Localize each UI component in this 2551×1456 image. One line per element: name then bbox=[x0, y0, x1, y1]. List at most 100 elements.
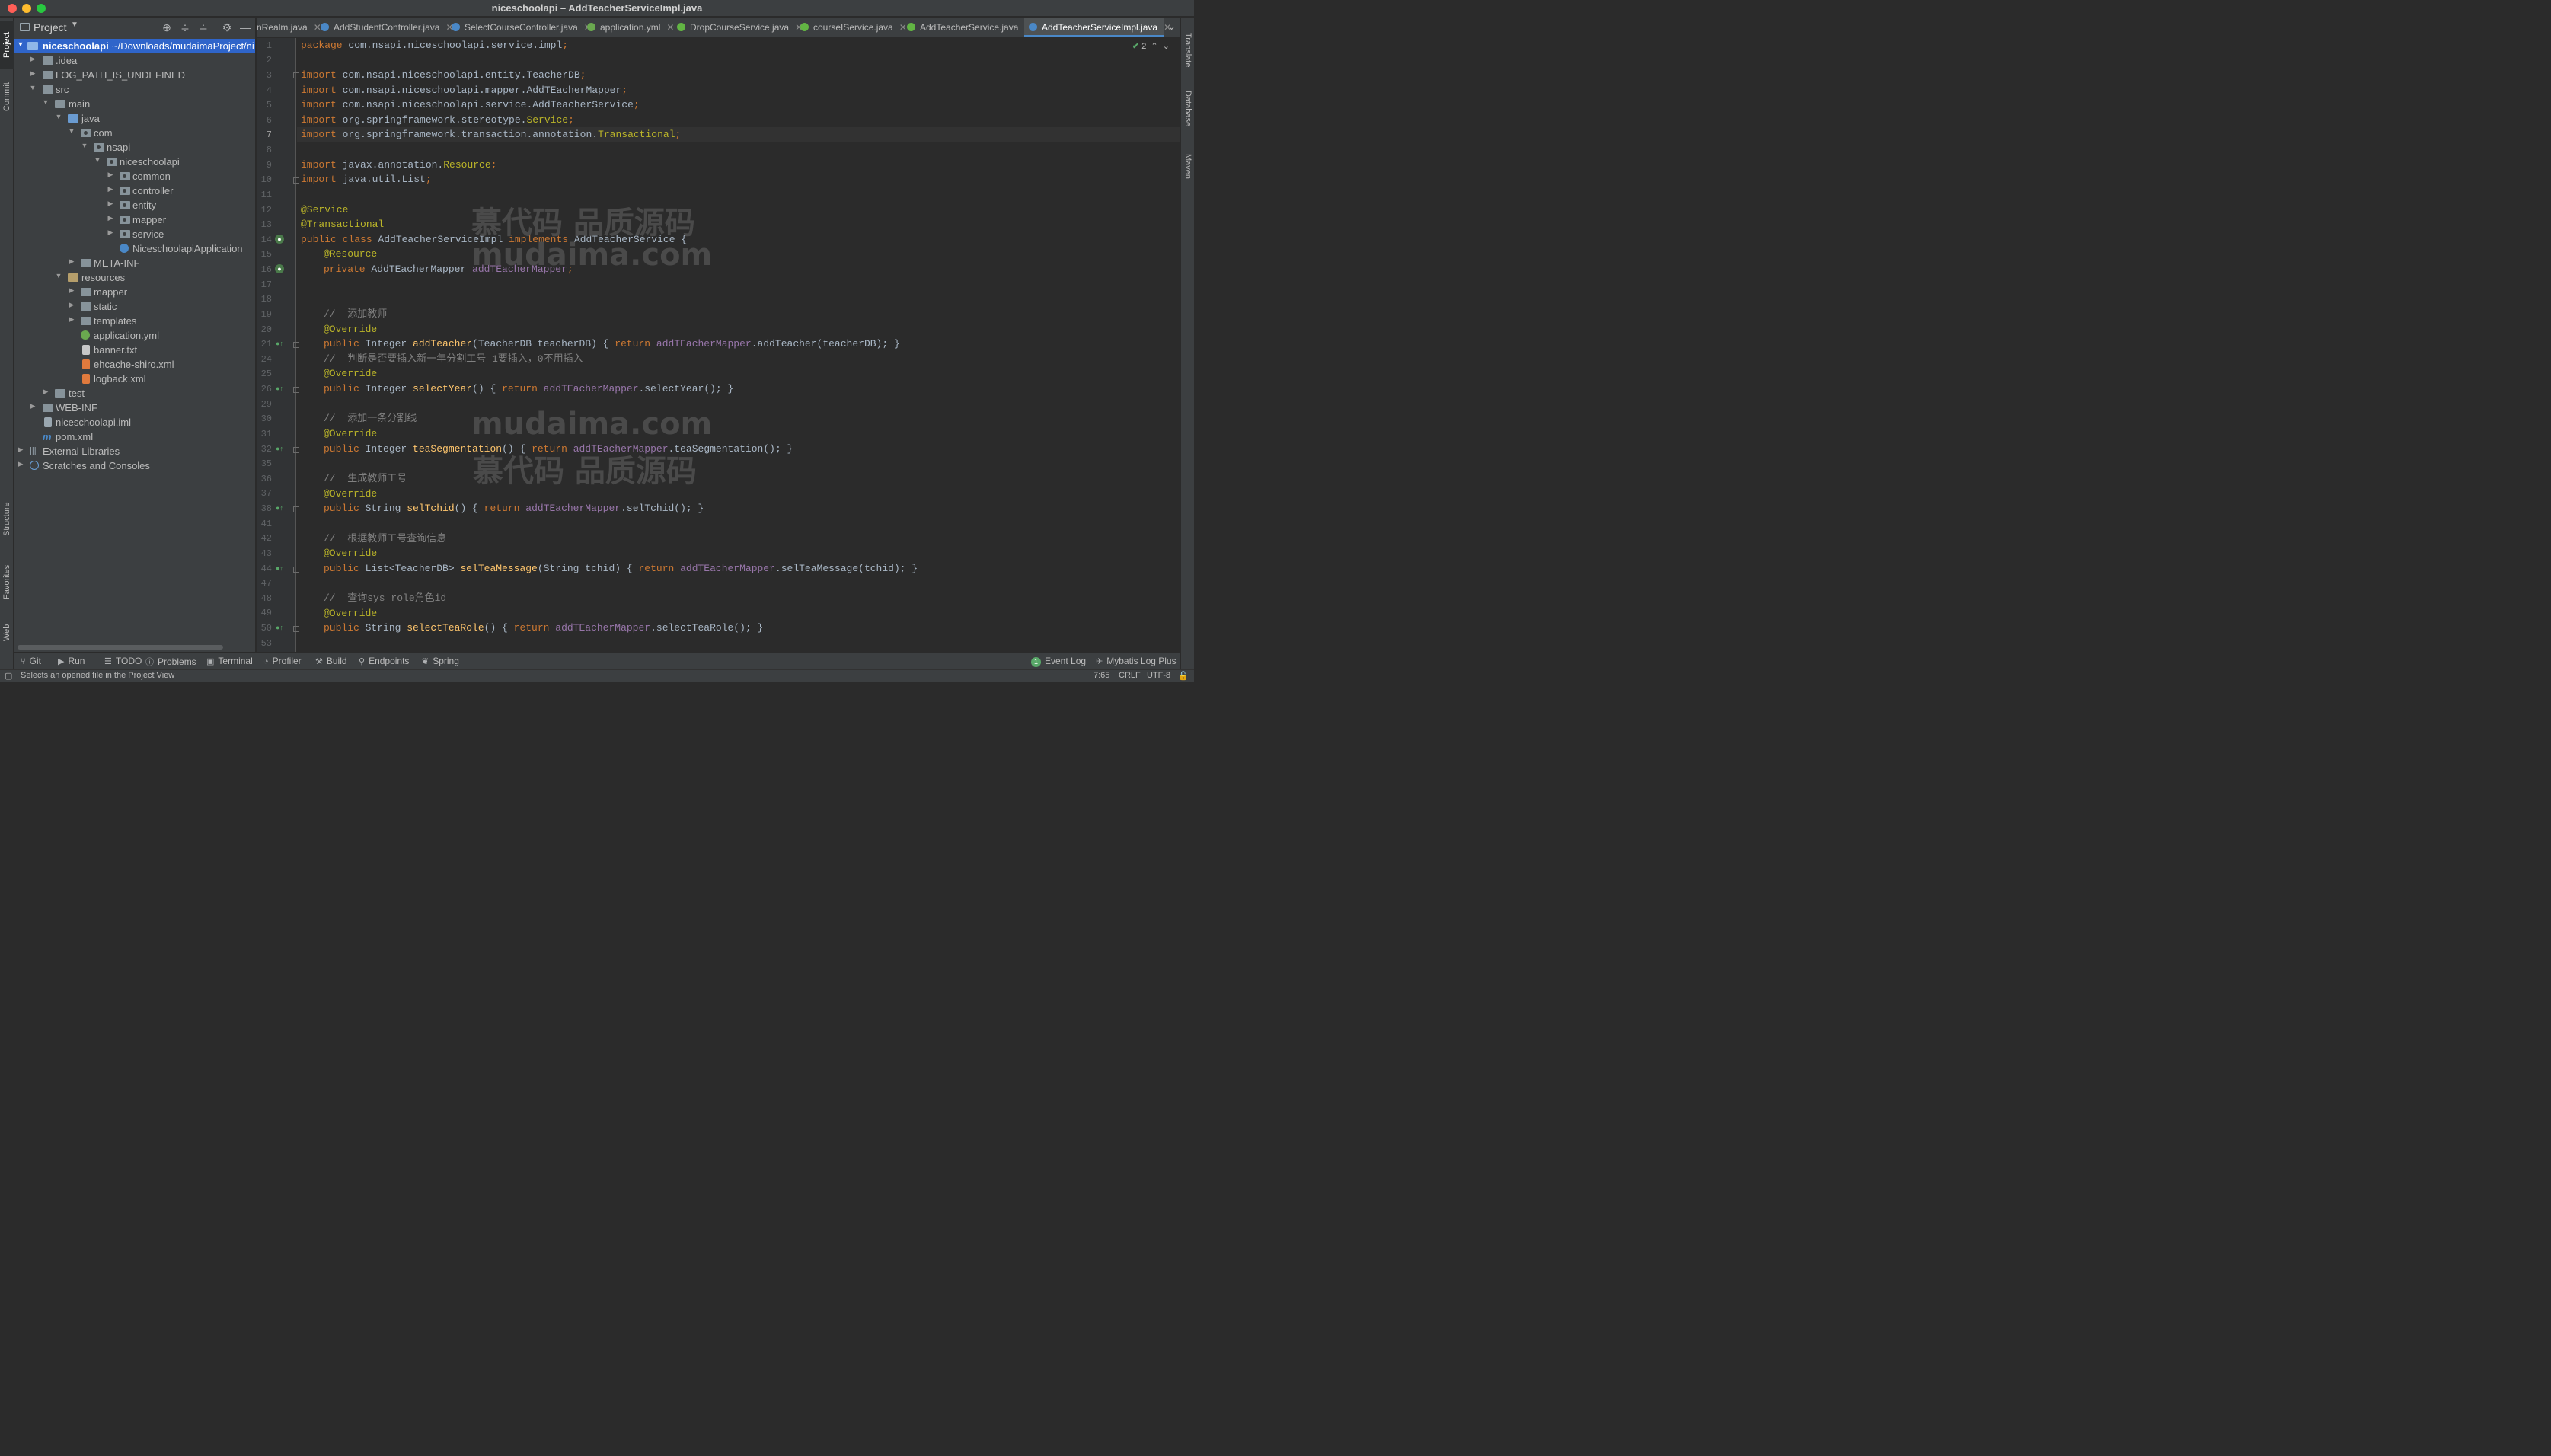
chevron-right-icon[interactable]: ▶ bbox=[29, 69, 37, 78]
chevron-right-icon[interactable]: ▶ bbox=[29, 402, 37, 410]
chevron-down-icon[interactable]: ▼ bbox=[94, 156, 101, 164]
chevron-right-icon[interactable]: ▶ bbox=[42, 388, 49, 396]
spring-bean-icon[interactable]: ● bbox=[275, 235, 284, 244]
chevron-down-icon[interactable]: ▼ bbox=[81, 142, 88, 149]
tree-item-idea[interactable]: ▶ .idea bbox=[14, 53, 255, 68]
tree-item-meta-inf[interactable]: ▶ META-INF bbox=[14, 256, 255, 270]
tree-item-static[interactable]: ▶ static bbox=[14, 299, 255, 314]
gear-icon[interactable]: ⚙ bbox=[220, 21, 234, 34]
chevron-down-icon[interactable]: ⌄ bbox=[1167, 21, 1176, 33]
tree-item-application-class[interactable]: NiceschoolapiApplication bbox=[14, 241, 255, 256]
database-tool-tab[interactable]: Database bbox=[1181, 85, 1195, 133]
chevron-down-icon[interactable]: ▼ bbox=[17, 40, 24, 48]
project-view-selector[interactable]: Project bbox=[34, 21, 67, 34]
tree-item-banner[interactable]: banner.txt bbox=[14, 343, 255, 357]
event-log-button[interactable]: 1 Event Log bbox=[1031, 656, 1086, 667]
tree-item-common[interactable]: ▶ common bbox=[14, 169, 255, 184]
line-separator[interactable]: CRLF bbox=[1119, 671, 1141, 680]
project-tool-tab[interactable]: Project bbox=[0, 21, 14, 69]
run-tool-button[interactable]: ▶ Run bbox=[58, 656, 85, 666]
tab-add-teacher-service-impl[interactable]: AddTeacherServiceImpl.java ✕ bbox=[1024, 18, 1171, 37]
tree-item-application-yml[interactable]: application.yml bbox=[14, 328, 255, 343]
tree-item-res-mapper[interactable]: ▶ mapper bbox=[14, 285, 255, 299]
chevron-right-icon[interactable]: ▶ bbox=[107, 185, 114, 193]
tab-realm[interactable]: nRealm.java ✕ bbox=[257, 18, 321, 37]
chevron-down-icon[interactable]: ▼ bbox=[29, 84, 37, 91]
chevron-up-icon[interactable]: ⌃ bbox=[1148, 42, 1160, 51]
git-tool-button[interactable]: ⑂ Git bbox=[21, 656, 41, 666]
translate-tool-tab[interactable]: Translate bbox=[1181, 24, 1195, 77]
build-tool-button[interactable]: ⚒ Build bbox=[315, 656, 347, 666]
tree-item-scratches[interactable]: ▶ Scratches and Consoles bbox=[14, 458, 255, 473]
fold-marker-icon[interactable] bbox=[293, 387, 299, 393]
tab-drop-course-service[interactable]: DropCourseService.java ✕ bbox=[677, 18, 803, 37]
close-icon[interactable]: ✕ bbox=[899, 22, 907, 33]
implements-method-icon[interactable]: ●↑ bbox=[275, 564, 284, 573]
spring-autowire-icon[interactable]: ● bbox=[275, 264, 284, 273]
tree-item-ehcache[interactable]: ehcache-shiro.xml bbox=[14, 357, 255, 372]
inspection-widget[interactable]: ✔ 2 ⌃ ⌄ bbox=[1132, 41, 1170, 51]
tree-item-entity[interactable]: ▶ entity bbox=[14, 198, 255, 212]
layout-icon[interactable]: ▢ bbox=[5, 671, 12, 681]
tree-item-resources[interactable]: ▼ resources bbox=[14, 270, 255, 285]
chevron-right-icon[interactable]: ▶ bbox=[107, 214, 114, 222]
web-tool-tab[interactable]: Web bbox=[0, 615, 14, 651]
chevron-right-icon[interactable]: ▶ bbox=[107, 200, 114, 208]
tree-item-iml[interactable]: niceschoolapi.iml bbox=[14, 415, 255, 429]
caret-position[interactable]: 7:65 bbox=[1094, 671, 1109, 680]
tab-add-teacher-service[interactable]: AddTeacherService.java✕ bbox=[907, 18, 1032, 37]
tree-item-controller[interactable]: ▶ controller bbox=[14, 184, 255, 198]
implements-method-icon[interactable]: ●↑ bbox=[275, 339, 284, 348]
tab-add-student-controller[interactable]: AddStudentController.java ✕ bbox=[321, 18, 454, 37]
chevron-right-icon[interactable]: ▶ bbox=[17, 460, 24, 468]
tree-item-templates[interactable]: ▶ templates bbox=[14, 314, 255, 328]
project-horizontal-scrollbar[interactable] bbox=[18, 645, 223, 650]
tree-item-logback[interactable]: logback.xml bbox=[14, 372, 255, 386]
chevron-right-icon[interactable]: ▶ bbox=[107, 228, 114, 237]
spring-tool-button[interactable]: ❦ Spring bbox=[422, 656, 459, 666]
chevron-right-icon[interactable]: ▶ bbox=[68, 286, 75, 295]
tree-item-mapper[interactable]: ▶ mapper bbox=[14, 212, 255, 227]
collapse-all-icon[interactable]: ≐ bbox=[196, 21, 210, 34]
chevron-down-icon[interactable]: ⌄ bbox=[1163, 42, 1170, 51]
file-encoding[interactable]: UTF-8 bbox=[1147, 671, 1170, 680]
fold-marker-icon[interactable] bbox=[293, 506, 299, 512]
chevron-down-icon[interactable]: ▼ bbox=[68, 127, 75, 135]
hide-panel-icon[interactable]: — bbox=[238, 21, 252, 34]
lock-icon[interactable]: 🔓 bbox=[1178, 671, 1189, 681]
tree-item-pom[interactable]: m pom.xml bbox=[14, 429, 255, 444]
tree-item-log-path[interactable]: ▶ LOG_PATH_IS_UNDEFINED bbox=[14, 68, 255, 82]
tree-item-java[interactable]: ▼ java bbox=[14, 111, 255, 126]
chevron-right-icon[interactable]: ▶ bbox=[68, 257, 75, 266]
chevron-down-icon[interactable]: ▼ bbox=[55, 113, 62, 120]
tab-application-yml[interactable]: application.yml ✕ bbox=[587, 18, 674, 37]
profiler-tool-button[interactable]: ◔ Profiler bbox=[263, 656, 302, 666]
tree-item-main[interactable]: ▼ main bbox=[14, 97, 255, 111]
fold-marker-icon[interactable] bbox=[293, 447, 299, 453]
endpoints-tool-button[interactable]: ⚲ Endpoints bbox=[359, 656, 409, 666]
fold-marker-icon[interactable] bbox=[293, 342, 299, 348]
tree-item-service[interactable]: ▶ service bbox=[14, 227, 255, 241]
fold-marker-icon[interactable] bbox=[293, 72, 299, 78]
chevron-right-icon[interactable]: ▶ bbox=[17, 445, 24, 454]
tree-item-src[interactable]: ▼ src bbox=[14, 82, 255, 97]
mybatis-log-button[interactable]: ✈ Mybatis Log Plus bbox=[1096, 656, 1177, 666]
chevron-right-icon[interactable]: ▶ bbox=[68, 315, 75, 324]
tab-course-service[interactable]: courseIService.java ✕ bbox=[800, 18, 907, 37]
implements-method-icon[interactable]: ●↑ bbox=[275, 444, 284, 453]
implements-method-icon[interactable]: ●↑ bbox=[275, 503, 284, 512]
tree-root-niceschoolapi[interactable]: ▼ niceschoolapi ~/Downloads/mudaimaProje… bbox=[14, 39, 255, 53]
tree-item-web-inf[interactable]: ▶ WEB-INF bbox=[14, 401, 255, 415]
chevron-right-icon[interactable]: ▶ bbox=[29, 55, 37, 63]
expand-all-icon[interactable]: ≑ bbox=[178, 21, 192, 34]
chevron-down-icon[interactable]: ▼ bbox=[55, 272, 62, 279]
terminal-tool-button[interactable]: ▣ Terminal bbox=[206, 656, 253, 666]
chevron-down-icon[interactable]: ▼ bbox=[42, 98, 49, 106]
chevron-right-icon[interactable]: ▶ bbox=[107, 171, 114, 179]
code-editor[interactable]: 1 2 3 4 5 6 7 8 9 10 11 12 13 14 15 16 1… bbox=[257, 38, 1180, 652]
fold-marker-icon[interactable] bbox=[293, 626, 299, 632]
locate-file-icon[interactable]: ⊕ bbox=[160, 21, 174, 34]
fold-marker-icon[interactable] bbox=[293, 177, 299, 184]
implements-method-icon[interactable]: ●↑ bbox=[275, 623, 284, 632]
maven-tool-tab[interactable]: Maven bbox=[1181, 145, 1195, 188]
